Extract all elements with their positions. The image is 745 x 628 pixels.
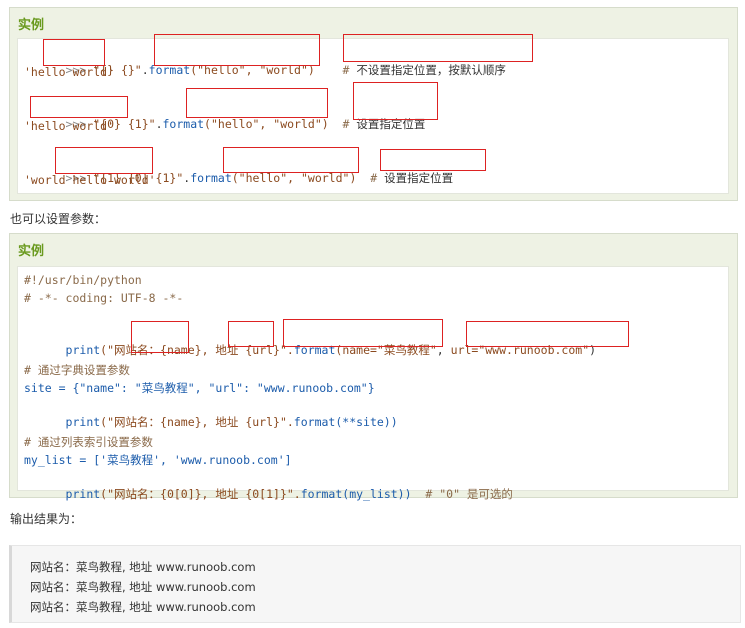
string-part: , 地址 xyxy=(201,343,246,357)
code-line: #!/usr/bin/python xyxy=(24,273,142,287)
string-part: ("网站名：{0[0]}, 地址 {0[1]}". xyxy=(100,487,301,501)
comment-marker: # xyxy=(342,63,357,77)
string-part: ". xyxy=(279,343,294,357)
code-line: my_list = ['菜鸟教程', 'www.runoob.com'] xyxy=(24,453,292,467)
keyword-arg-name: (name="菜鸟教程" xyxy=(335,343,437,357)
format-call: format xyxy=(300,487,343,501)
arguments: ("hello", "world") xyxy=(231,171,357,185)
format-call: format xyxy=(148,63,191,77)
dot: . xyxy=(141,63,149,77)
output-line: 'hello world' xyxy=(24,65,115,79)
comment-marker: # xyxy=(342,117,357,131)
format-call: format xyxy=(293,415,336,429)
code-line: # 通过字典设置参数 xyxy=(24,363,130,377)
separator: , xyxy=(436,343,451,357)
code-block-1: >>> "{} {}".format("hello", "world") # 不… xyxy=(17,38,729,194)
print-call: print xyxy=(65,343,101,357)
code-line: site = {"name": "菜鸟教程", "url": "www.runo… xyxy=(24,381,375,395)
close-paren: ) xyxy=(589,343,597,357)
example-block-2: 实例 #!/usr/bin/python # -*- coding: UTF-8… xyxy=(9,233,738,501)
print-call: print xyxy=(65,487,101,501)
placeholder-url: {url} xyxy=(245,343,280,357)
format-call: format xyxy=(190,171,232,185)
comment-note: 设置指定位置 xyxy=(356,117,426,131)
arguments: ("hello", "world") xyxy=(204,117,329,131)
example-block-1: 实例 >>> "{} {}".format("hello", "world") … xyxy=(9,7,738,201)
arguments: ("hello", "world") xyxy=(190,63,315,77)
comment-marker: # xyxy=(370,171,385,185)
print-call: print xyxy=(65,415,101,429)
example-title: 实例 xyxy=(18,18,45,33)
string-part: ("网站名：{name}, 地址 {url}". xyxy=(100,415,294,429)
result-line: 网站名：菜鸟教程, 地址 www.runoob.com xyxy=(30,560,256,574)
result-line: 网站名：菜鸟教程, 地址 www.runoob.com xyxy=(30,580,256,594)
output-result-block: 网站名：菜鸟教程, 地址 www.runoob.com 网站名：菜鸟教程, 地址… xyxy=(9,545,741,623)
code-line: print("网站名：{0[0]}, 地址 {0[1]}".format(my_… xyxy=(24,470,513,518)
comment: # "0" 是可选的 xyxy=(411,487,513,501)
string-part: ("网站名： xyxy=(100,343,161,357)
arguments: (**site)) xyxy=(335,415,398,429)
code-line: # 通过列表索引设置参数 xyxy=(24,435,153,449)
output-line: 'hello world' xyxy=(24,119,115,133)
keyword-arg-url: url="www.runoob.com" xyxy=(450,343,590,357)
placeholder-name: {name} xyxy=(160,343,202,357)
code-line: # -*- coding: UTF-8 -*- xyxy=(24,291,184,305)
paragraph-text: 输出结果为： xyxy=(10,512,83,526)
comment-note: 不设置指定位置，按默认顺序 xyxy=(356,63,506,77)
result-line: 网站名：菜鸟教程, 地址 www.runoob.com xyxy=(30,600,256,614)
comment-note: 设置指定位置 xyxy=(384,171,454,185)
code-block-2: #!/usr/bin/python # -*- coding: UTF-8 -*… xyxy=(17,266,729,501)
output-line: 'world hello world' xyxy=(24,173,156,187)
paragraph-text: 也可以设置参数： xyxy=(10,212,107,226)
example-title: 实例 xyxy=(18,244,45,259)
format-call: format xyxy=(293,343,336,357)
dot: . xyxy=(155,117,163,131)
format-call: format xyxy=(162,117,205,131)
arguments: (my_list)) xyxy=(342,487,412,501)
